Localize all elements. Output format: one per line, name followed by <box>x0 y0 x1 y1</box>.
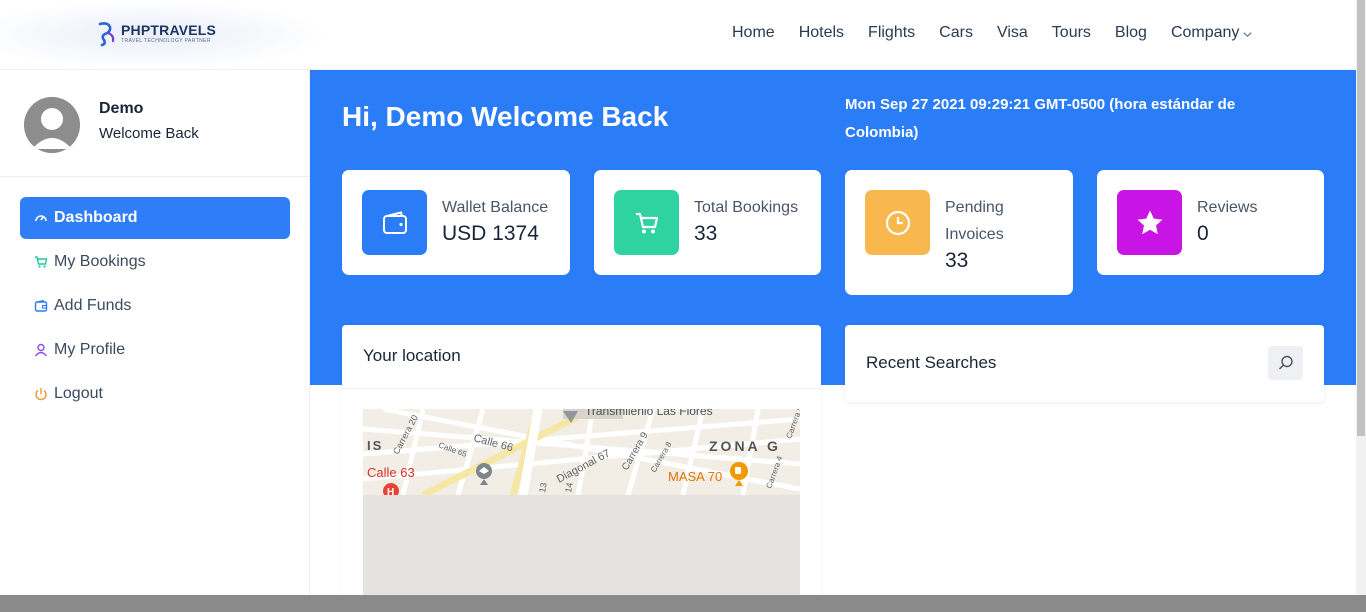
nav-blog[interactable]: Blog <box>1115 24 1147 42</box>
profile-block: Demo Welcome Back <box>0 70 310 177</box>
sidebar-item-my-profile[interactable]: My Profile <box>20 329 290 371</box>
sidebar-item-label: Add Funds <box>54 297 132 314</box>
stat-value: USD 1374 <box>442 222 539 245</box>
sidebar-item-my-bookings[interactable]: My Bookings <box>20 241 290 283</box>
stat-card-bookings[interactable]: Total Bookings 33 <box>594 170 821 275</box>
nav-home[interactable]: Home <box>732 24 775 42</box>
sidebar-item-label: My Bookings <box>54 253 146 270</box>
stat-card-wallet[interactable]: Wallet Balance USD 1374 <box>342 170 570 275</box>
stat-label: Pending Invoices <box>945 199 1004 243</box>
stat-value: 33 <box>694 222 718 245</box>
map[interactable]: Transmilenio Las Flores Calle 66 Calle 6… <box>363 409 800 599</box>
nav-company-dropdown[interactable]: Company <box>1171 24 1253 42</box>
map-label: 14 <box>563 482 575 494</box>
chevron-down-icon <box>1243 32 1253 38</box>
map-label: 13 <box>537 482 549 494</box>
cart-icon <box>34 255 48 269</box>
map-label: Calle 63 <box>367 465 415 480</box>
nav-flights[interactable]: Flights <box>868 24 915 42</box>
sidebar-item-label: My Profile <box>54 341 126 358</box>
recent-searches-card: Recent Searches <box>845 325 1324 402</box>
map-label: Transmilenio Las Flores <box>585 409 713 418</box>
sidebar: Demo Welcome Back Dashboard My Bookings … <box>0 70 310 595</box>
clock-icon <box>865 190 930 255</box>
brand-logo[interactable]: PHPTRAVELS TRAVEL TECHNOLOGY PARTNER <box>96 21 216 47</box>
stat-value: 0 <box>1197 222 1209 245</box>
nav-visa[interactable]: Visa <box>997 24 1028 42</box>
brand-name: PHPTRAVELS <box>121 22 217 38</box>
horizontal-scrollbar[interactable] <box>0 595 1366 612</box>
map-label: ZONA G <box>709 438 781 454</box>
location-title: Your location <box>363 346 461 365</box>
sidebar-item-label: Logout <box>54 385 103 402</box>
sidebar-item-dashboard[interactable]: Dashboard <box>20 197 290 239</box>
sidebar-menu: Dashboard My Bookings Add Funds My Profi… <box>20 197 290 417</box>
avatar <box>24 97 80 153</box>
nav-cars[interactable]: Cars <box>939 24 973 42</box>
star-icon <box>1117 190 1182 255</box>
stat-label: Wallet Balance <box>442 199 549 216</box>
location-card: Your location Transmilenio Las Flores Ca… <box>342 325 821 600</box>
wallet-icon <box>362 190 427 255</box>
stat-label: Reviews <box>1197 199 1258 216</box>
logo-icon <box>98 22 115 47</box>
dashboard-icon <box>34 211 48 225</box>
page-title: Hi, Demo Welcome Back <box>342 101 669 132</box>
sidebar-item-add-funds[interactable]: Add Funds <box>20 285 290 327</box>
user-icon <box>34 343 48 357</box>
power-icon <box>34 387 48 401</box>
sidebar-item-label: Dashboard <box>54 209 138 226</box>
map-streets: Transmilenio Las Flores Calle 66 Calle 6… <box>363 409 800 495</box>
recent-searches-title: Recent Searches <box>866 353 997 372</box>
map-label: MASA 70 <box>668 469 722 484</box>
top-header: PHPTRAVELS TRAVEL TECHNOLOGY PARTNER Hom… <box>0 0 1356 70</box>
scrollbar-thumb[interactable] <box>1357 0 1365 436</box>
cart-icon <box>614 190 679 255</box>
user-name: Demo <box>99 100 144 117</box>
stat-card-invoices[interactable]: Pending Invoices 33 <box>845 170 1073 295</box>
current-datetime: Mon Sep 27 2021 09:29:21 GMT-0500 (hora … <box>845 96 1236 141</box>
sidebar-item-logout[interactable]: Logout <box>20 373 290 415</box>
search-button[interactable] <box>1268 346 1303 380</box>
nav-company-label: Company <box>1170 24 1240 41</box>
stat-label: Total Bookings <box>694 199 799 216</box>
stat-card-reviews[interactable]: Reviews 0 <box>1097 170 1324 275</box>
wallet-icon <box>34 299 48 313</box>
nav-hotels[interactable]: Hotels <box>799 24 844 42</box>
vertical-scrollbar[interactable] <box>1356 0 1366 595</box>
nav-tours[interactable]: Tours <box>1052 24 1091 42</box>
svg-text:H: H <box>387 487 394 495</box>
stat-value: 33 <box>945 249 969 272</box>
main-nav: Home Hotels Flights Cars Visa Tours Blog… <box>732 24 1253 42</box>
user-welcome: Welcome Back <box>99 125 199 142</box>
search-icon <box>1278 355 1293 370</box>
card-divider <box>342 388 821 389</box>
map-label: IS <box>367 438 383 453</box>
brand-tagline: TRAVEL TECHNOLOGY PARTNER <box>121 38 211 44</box>
user-avatar-icon <box>24 97 80 153</box>
